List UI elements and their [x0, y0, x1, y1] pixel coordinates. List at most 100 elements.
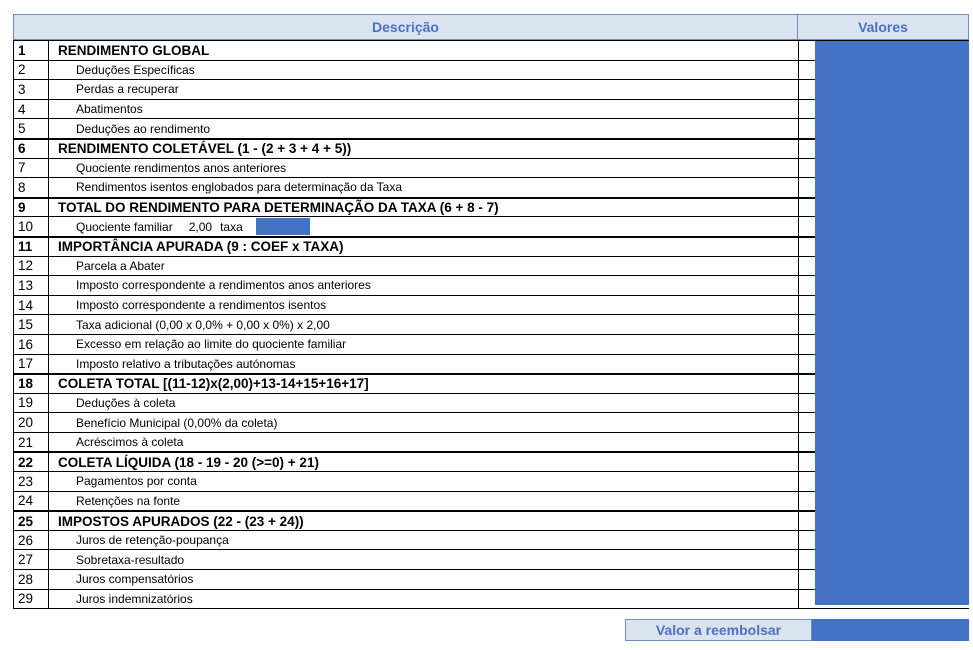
- spacer-cell: [799, 492, 815, 511]
- row-description: Deduções Específicas: [49, 60, 799, 80]
- row-number: 18: [13, 375, 49, 393]
- row-number: 13: [13, 276, 49, 295]
- row-number: 9: [13, 198, 49, 217]
- row-description: RENDIMENTO GLOBAL: [49, 41, 799, 60]
- row-description: Excesso em relação ao limite do quocient…: [49, 334, 799, 354]
- spacer-cell: [799, 140, 815, 158]
- row-description: Rendimentos isentos englobados para dete…: [49, 178, 799, 197]
- row-description: Pagamentos por conta: [49, 472, 799, 491]
- row-description: Acréscimos à coleta: [49, 432, 799, 452]
- row-label: Pagamentos por conta: [76, 474, 197, 489]
- row-description: Retenções na fonte: [49, 491, 799, 511]
- spacer-cell: [799, 512, 815, 530]
- row-number: 6: [13, 139, 49, 158]
- row-description: Juros compensatórios: [49, 570, 799, 589]
- spacer-cell: [799, 590, 815, 609]
- row-description: Sobretaxa-resultado: [49, 550, 799, 570]
- spacer-cell: [799, 453, 815, 471]
- row-number: 22: [13, 453, 49, 472]
- row-label: RENDIMENTO COLETÁVEL (1 - (2 + 3 + 4 + 5…: [58, 141, 352, 157]
- spacer-cell: [799, 159, 815, 178]
- row-label: Deduções à coleta: [76, 395, 176, 410]
- row-label: Excesso em relação ao limite do quocient…: [76, 337, 347, 352]
- spacer-cell: [799, 433, 815, 452]
- spacer-cell: [799, 550, 815, 569]
- row-label: Deduções Específicas: [76, 62, 195, 77]
- row-label: Juros indemnizatórios: [76, 591, 193, 606]
- refund-label: Valor a reembolsar: [625, 619, 812, 641]
- row-number: 8: [13, 178, 49, 197]
- spacer-cell: [799, 119, 815, 138]
- row-label: Perdas a recuperar: [76, 82, 179, 97]
- row-description: Deduções ao rendimento: [49, 119, 799, 138]
- row-description: Quociente familiar 2,00 taxa: [49, 217, 799, 236]
- row-description: Abatimentos: [49, 99, 799, 119]
- spacer-cell: [799, 178, 815, 197]
- spacer-cell: [799, 531, 815, 550]
- row-number: 25: [13, 512, 49, 530]
- spacer-cell: [799, 315, 815, 334]
- spacer-cell: [799, 355, 815, 374]
- row-number: 3: [13, 80, 49, 99]
- row-description: Imposto correspondente a rendimentos ano…: [49, 276, 799, 295]
- row-label: IMPOSTOS APURADOS (22 - (23 + 24)): [58, 513, 304, 529]
- spacer-cell: [799, 217, 815, 236]
- row-number: 23: [13, 472, 49, 491]
- row-number: 21: [13, 432, 49, 452]
- spacer-cell: [799, 80, 815, 99]
- row-label: Retenções na fonte: [76, 493, 181, 508]
- row-label: Deduções ao rendimento: [76, 121, 211, 136]
- refund-value-cell: [812, 619, 969, 641]
- row-description: RENDIMENTO COLETÁVEL (1 - (2 + 3 + 4 + 5…: [49, 139, 799, 158]
- row-label: Acréscimos à coleta: [76, 435, 184, 450]
- spacer-cell: [799, 296, 815, 315]
- taxa-value-cell: [256, 218, 310, 235]
- row-number: 29: [13, 589, 49, 609]
- table-header: Descrição Valores: [13, 14, 969, 40]
- row-description: Taxa adicional (0,00 x 0,0% + 0,00 x 0%)…: [49, 315, 799, 334]
- row-description: Quociente rendimentos anos anteriores: [49, 158, 799, 178]
- row-description: Benefício Municipal (0,00% da coleta): [49, 413, 799, 432]
- spacer-cell: [799, 238, 815, 256]
- row-number: 19: [13, 393, 49, 413]
- row-description: Juros indemnizatórios: [49, 589, 799, 609]
- spacer-cell: [799, 61, 815, 80]
- row-label: Imposto relativo a tributações autónomas: [76, 356, 296, 371]
- row-description: IMPORTÂNCIA APURADA (9 : COEF x TAXA): [49, 237, 799, 256]
- row-description: Parcela a Abater: [49, 256, 799, 276]
- row-label: Parcela a Abater: [76, 258, 165, 273]
- row-label: Imposto correspondente a rendimentos ano…: [76, 278, 371, 293]
- row-description: IMPOSTOS APURADOS (22 - (23 + 24)): [49, 512, 799, 530]
- row-description: Juros de retenção-poupança: [49, 530, 799, 550]
- row-number: 20: [13, 413, 49, 432]
- row-label: Quociente rendimentos anos anteriores: [76, 160, 287, 175]
- row-description: Imposto relativo a tributações autónomas: [49, 354, 799, 374]
- row-number: 16: [13, 334, 49, 354]
- row-number: 11: [13, 237, 49, 256]
- row-number: 1: [13, 41, 49, 60]
- row-number: 17: [13, 354, 49, 374]
- row-label: Juros de retenção-poupança: [76, 533, 229, 548]
- row-number: 27: [13, 550, 49, 570]
- spacer-cell: [799, 41, 815, 60]
- row-label: Benefício Municipal (0,00% da coleta): [76, 415, 278, 430]
- row-number: 15: [13, 315, 49, 334]
- spacer-cell: [799, 335, 815, 354]
- row-label: COLETA LÍQUIDA (18 - 19 - 20 (>=0) + 21): [58, 454, 319, 470]
- taxa-label: taxa: [220, 219, 243, 234]
- spacer-cell: [799, 472, 815, 491]
- spacer-cell: [799, 375, 815, 393]
- row-label: Juros compensatórios: [76, 572, 194, 587]
- row-description: Imposto correspondente a rendimentos ise…: [49, 295, 799, 315]
- spacer-cell: [799, 413, 815, 432]
- row-number: 5: [13, 119, 49, 138]
- row-number: 10: [13, 217, 49, 236]
- row-description: TOTAL DO RENDIMENTO PARA DETERMINAÇÃO DA…: [49, 198, 799, 217]
- spacer-cell: [799, 257, 815, 276]
- row-number: 24: [13, 491, 49, 511]
- row-label: COLETA TOTAL [(11-12)x(2,00)+13-14+15+16…: [58, 376, 369, 392]
- quociente-familiar-value: 2,00: [188, 219, 213, 234]
- spacer-cell: [799, 570, 815, 589]
- row-description: COLETA LÍQUIDA (18 - 19 - 20 (>=0) + 21): [49, 453, 799, 472]
- spacer-cell: [799, 100, 815, 119]
